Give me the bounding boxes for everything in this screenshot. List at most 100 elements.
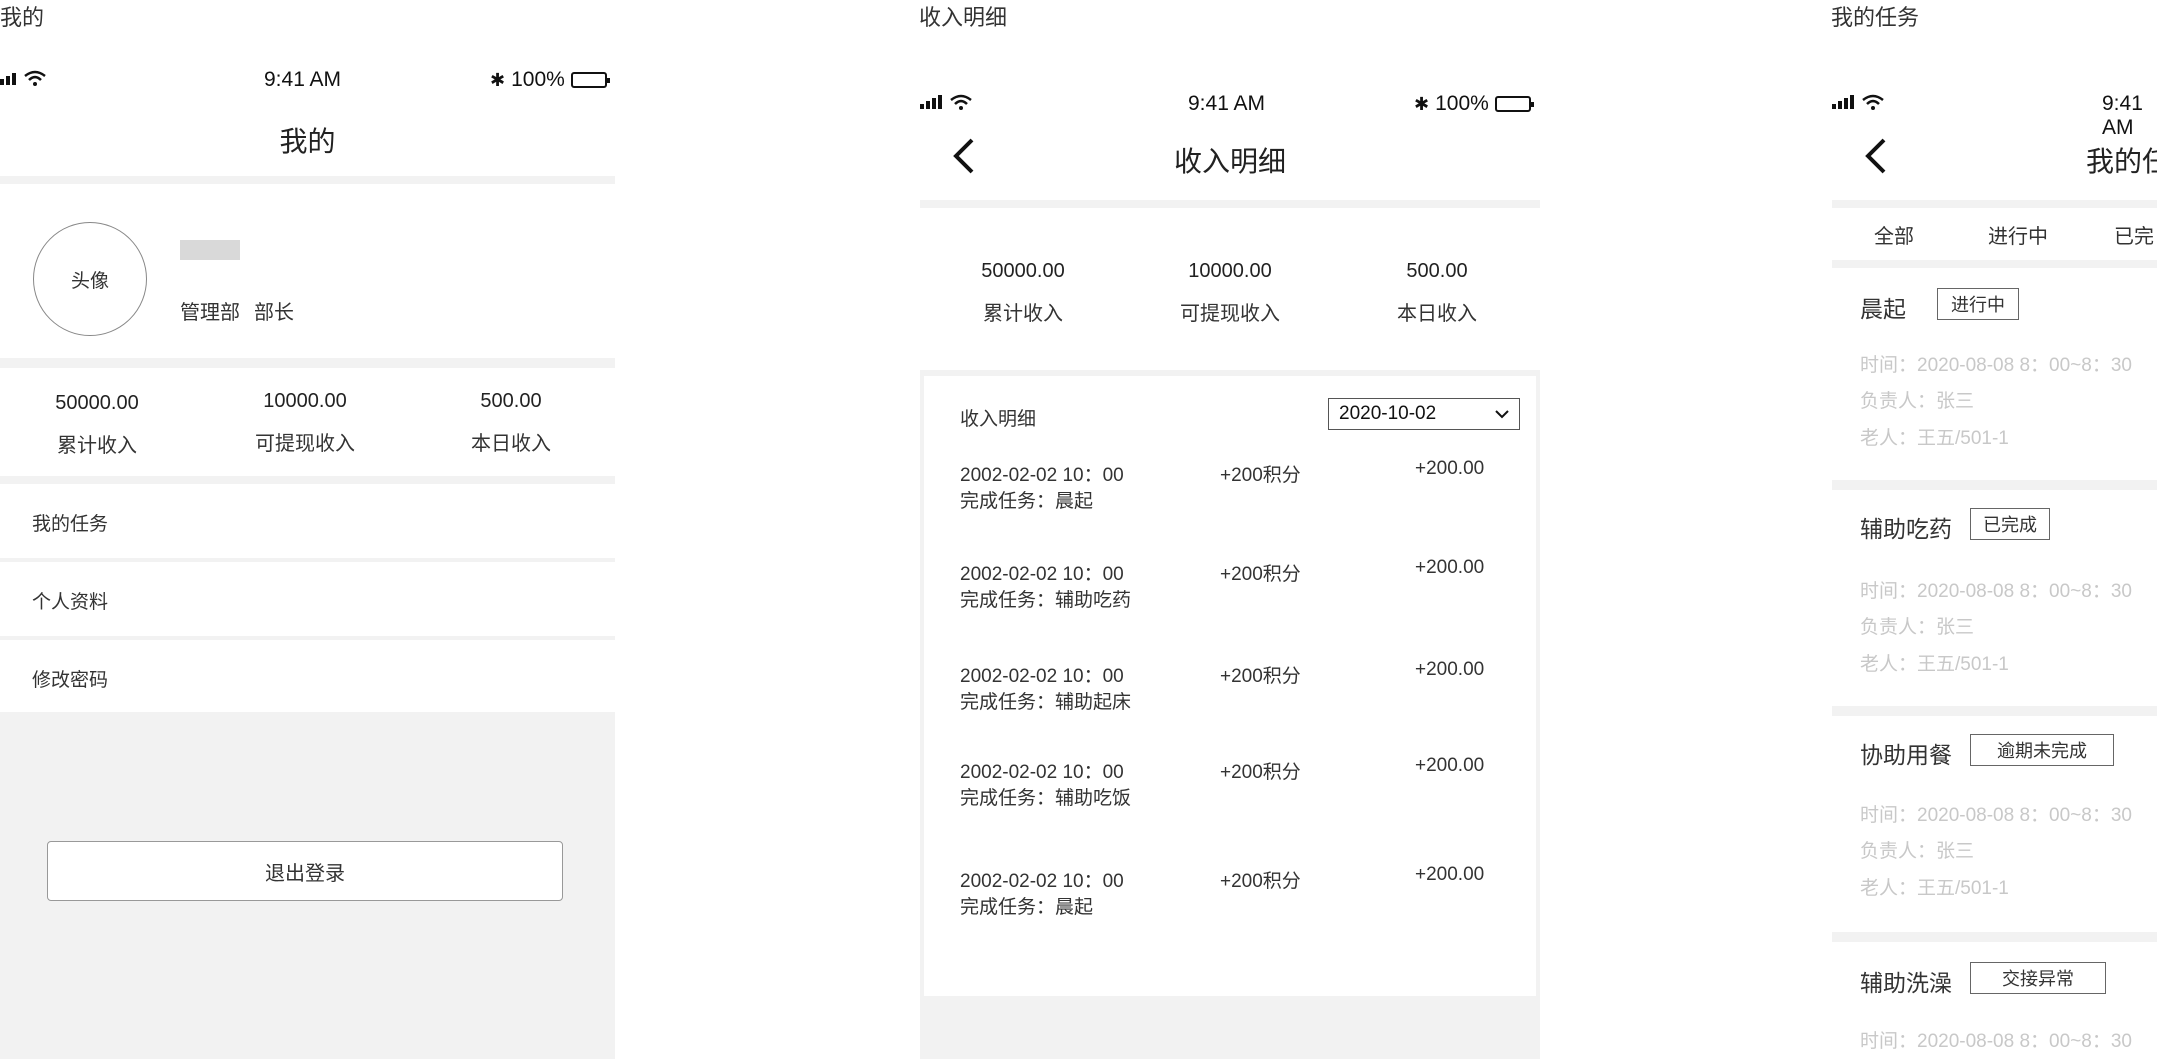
menu-item-change-password[interactable]: 修改密码 (0, 640, 615, 716)
income-record: 2002-02-02 10：00 完成任务：辅助吃药 +200积分 +200.0… (920, 557, 1536, 629)
task-name: 辅助洗澡 (1860, 970, 1952, 996)
stat-today: 500.00 本日收入 (1337, 260, 1537, 326)
task-name: 辅助吃药 (1860, 516, 1952, 542)
stat-value: 50000.00 (55, 392, 139, 414)
stat-value: 500.00 (480, 390, 542, 412)
signal-icon (920, 95, 942, 109)
page-title: 我的任 (2086, 146, 2157, 177)
wifi-icon (1862, 94, 1884, 110)
task-card[interactable]: 辅助洗澡 交接异常 时间：2020-08-08 8：00~8：30 (1832, 942, 2157, 1059)
battery-text: 100% (511, 68, 565, 91)
stat-value: 500.00 (1406, 260, 1468, 282)
stat-total: 50000.00 累计收入 (0, 392, 197, 458)
task-tabs: 全部 进行中 已完 (1832, 208, 2157, 260)
avatar[interactable]: 头像 (33, 222, 147, 336)
record-time: 2002-02-02 10：00 (960, 871, 1124, 892)
divider (0, 358, 615, 368)
stat-withdrawable: 10000.00 可提现收入 (205, 390, 405, 456)
page-label-tasks: 我的任务 (1831, 5, 1920, 30)
tab-in-progress[interactable]: 进行中 (1988, 220, 2048, 249)
status-bar: 9:41 AM (1832, 92, 2157, 139)
wifi-icon (24, 70, 46, 86)
record-points: +200积分 (1220, 871, 1301, 892)
status-time: 9:41 AM (2102, 92, 2143, 139)
task-time: 时间：2020-08-08 8：00~8：30 (1860, 805, 2132, 826)
stat-today: 500.00 本日收入 (411, 390, 611, 456)
chevron-down-icon (1495, 410, 1509, 419)
record-amount: +200.00 (1415, 755, 1485, 776)
divider (1832, 706, 2157, 716)
date-select[interactable]: 2020-10-02 (1328, 398, 1520, 430)
date-value: 2020-10-02 (1339, 403, 1437, 424)
record-desc: 完成任务：辅助起床 (960, 692, 1132, 713)
divider (920, 200, 1540, 208)
page-label-income: 收入明细 (919, 5, 1008, 30)
task-elder: 老人：王五/501-1 (1860, 654, 2009, 675)
signal-icon (1832, 95, 1854, 109)
task-owner: 负责人：张三 (1860, 391, 1975, 412)
task-elder: 老人：王五/501-1 (1860, 428, 2009, 449)
task-card[interactable]: 辅助吃药 已完成 时间：2020-08-08 8：00~8：30 负责人：张三 … (1832, 490, 2157, 710)
role-name: 部长 (254, 302, 294, 324)
record-amount: +200.00 (1415, 458, 1485, 479)
dept-name: 管理部 (180, 302, 240, 324)
task-name: 协助用餐 (1860, 742, 1952, 768)
battery-icon (570, 72, 610, 88)
stat-value: 50000.00 (981, 260, 1065, 282)
back-button[interactable] (1862, 136, 1902, 180)
list-title: 收入明细 (960, 409, 1037, 430)
menu-item-profile[interactable]: 个人资料 (0, 562, 615, 638)
bluetooth-icon: ✱ (490, 69, 506, 90)
stat-label: 累计收入 (983, 303, 1063, 325)
wifi-icon (950, 94, 972, 110)
divider (0, 476, 615, 484)
income-record: 2002-02-02 10：00 完成任务：晨起 +200积分 +200.00 (920, 458, 1536, 530)
stat-value: 10000.00 (263, 390, 347, 412)
record-desc: 完成任务：晨起 (960, 897, 1094, 918)
stat-withdrawable: 10000.00 可提现收入 (1130, 260, 1330, 326)
income-screen: 9:41 AM ✱ 100% 收入明细 50000.00 累计收入 10000.… (920, 68, 1540, 1059)
status-badge: 逾期未完成 (1970, 734, 2114, 766)
user-name-placeholder (180, 240, 240, 260)
logout-button[interactable]: 退出登录 (47, 841, 563, 901)
menu-item-my-tasks[interactable]: 我的任务 (0, 484, 615, 560)
record-amount: +200.00 (1415, 864, 1485, 885)
stat-label: 本日收入 (471, 433, 551, 455)
status-badge: 已完成 (1970, 508, 2050, 540)
status-badge: 进行中 (1937, 288, 2019, 320)
task-time: 时间：2020-08-08 8：00~8：30 (1860, 355, 2132, 376)
status-bar: 9:41 AM ✱ 100% (920, 92, 1540, 122)
stat-label: 累计收入 (57, 435, 137, 457)
record-points: +200积分 (1220, 666, 1301, 687)
divider (1832, 260, 2157, 268)
tab-all[interactable]: 全部 (1874, 220, 1914, 249)
divider (0, 176, 615, 184)
income-record: 2002-02-02 10：00 完成任务：辅助吃饭 +200积分 +200.0… (920, 755, 1536, 827)
record-amount: +200.00 (1415, 557, 1485, 578)
stat-label: 可提现收入 (1180, 303, 1280, 325)
record-desc: 完成任务：晨起 (960, 491, 1094, 512)
record-amount: +200.00 (1415, 659, 1485, 680)
record-points: +200积分 (1220, 465, 1301, 486)
battery-icon (1494, 96, 1534, 112)
record-time: 2002-02-02 10：00 (960, 666, 1124, 687)
income-record: 2002-02-02 10：00 完成任务：辅助起床 +200积分 +200.0… (920, 659, 1536, 731)
mine-screen: 9:41 AM ✱ 100% 我的 头像 管理部 部长 50000.00 累计收… (0, 48, 615, 1059)
signal-icon (0, 71, 16, 85)
stat-label: 本日收入 (1397, 303, 1477, 325)
income-record: 2002-02-02 10：00 完成任务：晨起 +200积分 +200.00 (920, 864, 1536, 936)
record-desc: 完成任务：辅助吃药 (960, 590, 1132, 611)
stat-value: 10000.00 (1188, 260, 1272, 282)
stat-total: 50000.00 累计收入 (923, 260, 1123, 326)
divider (1832, 480, 2157, 490)
tab-completed[interactable]: 已完 (2114, 220, 2154, 249)
task-card[interactable]: 协助用餐 逾期未完成 时间：2020-08-08 8：00~8：30 负责人：张… (1832, 716, 2157, 936)
task-owner: 负责人：张三 (1860, 841, 1975, 862)
chevron-left-icon (1865, 138, 1886, 174)
bluetooth-icon: ✱ (1414, 93, 1430, 114)
status-time: 9:41 AM (1188, 92, 1266, 115)
record-points: +200积分 (1220, 564, 1301, 585)
income-list: 收入明细 2020-10-02 2002-02-02 10：00 完成任务：晨起… (924, 376, 1536, 996)
status-badge: 交接异常 (1970, 962, 2106, 994)
record-points: +200积分 (1220, 762, 1301, 783)
